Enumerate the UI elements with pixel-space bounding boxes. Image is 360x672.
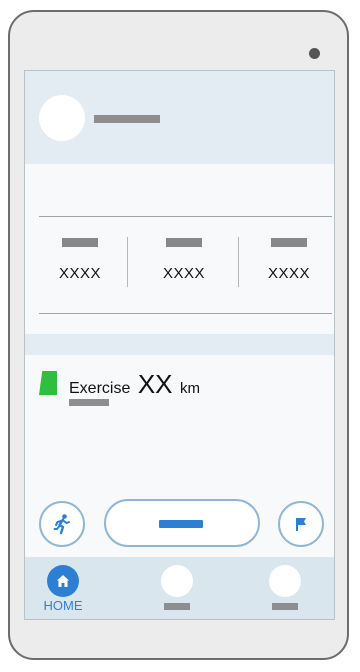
stat-item-2: XXXX xyxy=(136,238,232,282)
stat-label-placeholder xyxy=(62,238,98,247)
nav-item-2[interactable] xyxy=(142,557,212,619)
bottom-nav: HOME xyxy=(25,557,334,619)
stat-value: XXXX xyxy=(267,265,311,282)
stat-value: XXXX xyxy=(162,265,206,282)
stat-item-3: XXXX xyxy=(241,238,334,282)
nav-item-3[interactable] xyxy=(250,557,320,619)
exercise-sub-placeholder xyxy=(69,399,109,406)
stats-bottom-divider xyxy=(39,313,332,314)
primary-action-button[interactable] xyxy=(104,499,260,547)
app-screen: XXXX XXXX XXXX Exercise XX km HOME xyxy=(24,70,335,620)
stat-value: XXXX xyxy=(58,265,102,282)
primary-action-placeholder xyxy=(159,520,203,528)
exercise-distance-unit: km xyxy=(179,380,200,397)
home-icon xyxy=(57,575,69,587)
exercise-summary: Exercise XX km xyxy=(69,369,200,400)
run-button[interactable] xyxy=(39,501,85,547)
running-person-icon xyxy=(53,514,70,535)
nav-item-label-placeholder xyxy=(164,603,190,610)
exercise-distance-value: XX xyxy=(137,369,173,399)
nav-home-circle xyxy=(47,565,79,597)
exercise-marker-icon xyxy=(39,371,57,395)
nav-item-icon-placeholder xyxy=(269,565,301,597)
stat-item-1: XXXX xyxy=(32,238,128,282)
flag-icon xyxy=(296,518,306,531)
stat-label-placeholder xyxy=(166,238,202,247)
stat-label-placeholder xyxy=(271,238,307,247)
section-separator xyxy=(25,334,334,355)
exercise-label: Exercise xyxy=(69,380,131,397)
stats-divider-2 xyxy=(238,237,239,287)
nav-item-label-placeholder xyxy=(272,603,298,610)
user-name-placeholder xyxy=(94,115,160,123)
stats-top-divider xyxy=(39,216,332,217)
avatar[interactable] xyxy=(39,95,85,141)
camera-dot xyxy=(309,48,320,59)
nav-home-label: HOME xyxy=(43,598,83,613)
profile-header xyxy=(25,71,334,164)
nav-item-home[interactable]: HOME xyxy=(28,557,98,619)
goal-flag-button[interactable] xyxy=(278,501,324,547)
nav-item-icon-placeholder xyxy=(161,565,193,597)
